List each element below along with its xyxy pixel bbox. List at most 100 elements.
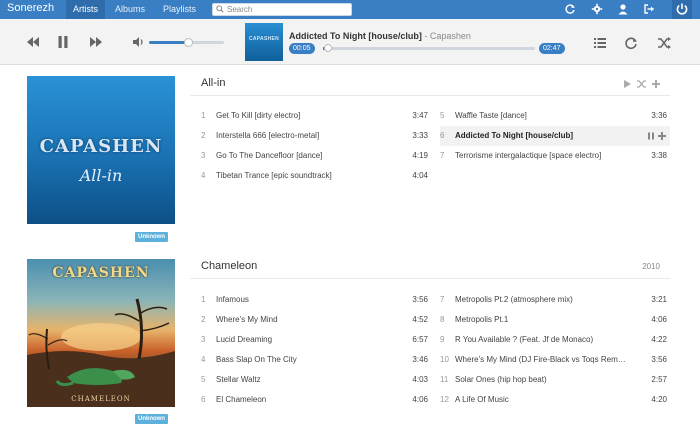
track-duration: 3:56: [651, 355, 667, 364]
previous-icon[interactable]: [26, 35, 40, 49]
track-title: Where's My Mind (DJ Fire-Black vs Toqs R…: [455, 355, 626, 364]
track-row[interactable]: 12 A Life Of Music 4:20: [440, 390, 670, 410]
genre-badge[interactable]: Unknown: [135, 232, 168, 242]
track-duration: 4:03: [412, 375, 428, 384]
track-number: 8: [440, 315, 445, 324]
track-title: A Life Of Music: [455, 395, 509, 404]
gear-icon[interactable]: [591, 3, 603, 15]
refresh-icon[interactable]: [564, 3, 576, 15]
track-title: Bass Slap On The City: [216, 355, 297, 364]
track-number: 2: [201, 131, 206, 140]
search-icon: [216, 5, 224, 13]
track-row[interactable]: 7 Metropolis Pt.2 (atmosphere mix) 3:21: [440, 290, 670, 310]
track-row-playing[interactable]: 6 Addicted To Night [house/club]: [440, 126, 670, 146]
track-row[interactable]: 4 Tibetan Trance [epic soundtrack] 4:04: [201, 166, 431, 186]
tab-albums[interactable]: Albums: [108, 0, 152, 19]
volume-icon[interactable]: [132, 36, 145, 48]
track-row[interactable]: 7 Terrorisme intergalactique [space elect…: [440, 146, 670, 166]
track-row[interactable]: 6 El Chameleon 4:06: [201, 390, 431, 410]
track-title: Terrorisme intergalactique [space electr…: [455, 151, 602, 160]
next-icon[interactable]: [89, 35, 103, 49]
track-title: Where's My Mind: [216, 315, 278, 324]
plus-icon[interactable]: [652, 80, 660, 88]
track-number: 3: [201, 335, 206, 344]
search-input[interactable]: Search: [212, 3, 352, 16]
track-row[interactable]: 3 Go To The Dancefloor [dance] 4:19: [201, 146, 431, 166]
queue-icon[interactable]: [593, 36, 607, 50]
play-icon[interactable]: [624, 80, 631, 88]
album-cover[interactable]: CAPASHEN CHAMELEON: [27, 259, 175, 407]
power-icon: [676, 3, 688, 15]
plus-icon[interactable]: [658, 132, 666, 140]
pause-icon[interactable]: [56, 35, 70, 49]
track-number: 4: [201, 355, 206, 364]
track-row[interactable]: 3 Lucid Dreaming 6:57: [201, 330, 431, 350]
now-playing-title[interactable]: Addicted To Night [house/club]: [289, 31, 422, 41]
track-number: 12: [440, 395, 449, 404]
track-number: 2: [201, 315, 206, 324]
track-row[interactable]: 4 Bass Slap On The City 3:46: [201, 350, 431, 370]
user-icon[interactable]: [617, 3, 629, 15]
power-button[interactable]: [672, 0, 692, 19]
cover-album-name: All-in: [79, 166, 123, 185]
pause-icon[interactable]: [647, 132, 655, 140]
cover-album-name: CHAMELEON: [71, 395, 131, 403]
progress-knob[interactable]: [323, 44, 332, 52]
volume-knob[interactable]: [184, 38, 193, 47]
track-duration: 6:57: [412, 335, 428, 344]
track-number: 6: [201, 395, 206, 404]
track-number: 10: [440, 355, 449, 364]
track-title: Metropolis Pt.1: [455, 315, 509, 324]
tab-artists[interactable]: Artists: [66, 0, 106, 19]
album-cover[interactable]: CAPASHEN All-in: [27, 76, 175, 224]
track-duration: 4:06: [651, 315, 667, 324]
track-duration: 3:56: [412, 295, 428, 304]
track-number: 6: [440, 131, 445, 140]
album-year: 2010: [642, 262, 660, 271]
track-row[interactable]: 11 Solar Ones (hip hop beat) 2:57: [440, 370, 670, 390]
track-row[interactable]: 2 Where's My Mind 4:52: [201, 310, 431, 330]
repeat-icon[interactable]: [624, 36, 638, 50]
track-number: 5: [440, 111, 445, 120]
brand-logo[interactable]: Sonerezh: [7, 2, 54, 14]
track-row[interactable]: 1 Get To Kill [dirty electro] 3:47: [201, 106, 431, 126]
track-row[interactable]: 2 Interstella 666 [electro-metal] 3:33: [201, 126, 431, 146]
track-duration: 4:04: [412, 171, 428, 180]
track-duration: 4:06: [412, 395, 428, 404]
elapsed-time: 00:05: [289, 43, 315, 54]
track-duration: 3:33: [412, 131, 428, 140]
track-number: 3: [201, 151, 206, 160]
logout-icon[interactable]: [643, 3, 655, 15]
track-row[interactable]: 9 R You Available ? (Feat. Jf de Monaco) 4…: [440, 330, 670, 350]
track-title: Lucid Dreaming: [216, 335, 273, 344]
album-title[interactable]: All-in: [201, 77, 225, 89]
genre-badge[interactable]: Unknown: [135, 414, 168, 424]
progress-bar[interactable]: [323, 44, 535, 52]
track-number: 11: [440, 375, 449, 384]
album-all-in: CAPASHEN All-in Unknown All-in 1 Get To K…: [0, 66, 700, 246]
shuffle-icon[interactable]: [657, 36, 671, 50]
album-title[interactable]: Chameleon: [201, 260, 257, 272]
track-title: Get To Kill [dirty electro]: [216, 111, 301, 120]
top-navbar: Sonerezh Artists Albums Playlists Search: [0, 0, 700, 19]
track-duration: 3:38: [651, 151, 667, 160]
track-title: Solar Ones (hip hop beat): [455, 375, 547, 384]
track-number: 7: [440, 295, 445, 304]
track-row[interactable]: 5 Stellar Waltz 4:03: [201, 370, 431, 390]
volume-level: [149, 41, 188, 44]
track-duration: 2:57: [651, 375, 667, 384]
shuffle-icon[interactable]: [637, 80, 646, 88]
track-number: 1: [201, 111, 206, 120]
track-title: Waffle Taste [dance]: [455, 111, 527, 120]
volume-slider[interactable]: [149, 38, 224, 47]
player-bar: CAPASHEN Addicted To Night [house/club] …: [0, 19, 700, 65]
tab-playlists[interactable]: Playlists: [156, 0, 203, 19]
track-title: Stellar Waltz: [216, 375, 261, 384]
track-row[interactable]: 5 Waffle Taste [dance] 3:36: [440, 106, 670, 126]
track-number: 7: [440, 151, 445, 160]
track-row[interactable]: 8 Metropolis Pt.1 4:06: [440, 310, 670, 330]
track-title: R You Available ? (Feat. Jf de Monaco): [455, 335, 594, 344]
track-row[interactable]: 1 Infamous 3:56: [201, 290, 431, 310]
track-row[interactable]: 10 Where's My Mind (DJ Fire-Black vs Toqs…: [440, 350, 670, 370]
now-playing-artist[interactable]: Capashen: [430, 31, 471, 41]
